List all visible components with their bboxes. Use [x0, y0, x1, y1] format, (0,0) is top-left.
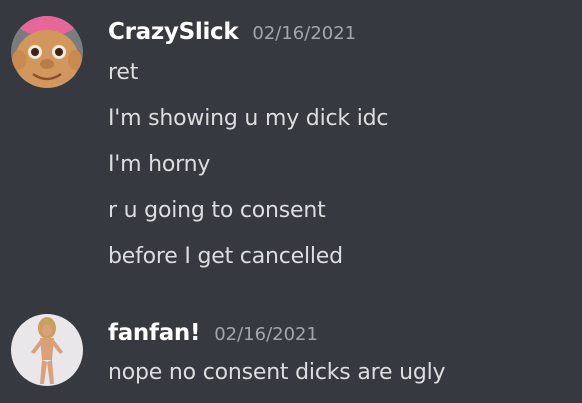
- avatar[interactable]: [11, 314, 83, 386]
- message-text: I'm showing u my dick idc: [108, 106, 389, 131]
- username[interactable]: CrazySlick: [108, 19, 239, 45]
- message-text: r u going to consent: [108, 198, 326, 223]
- message-text: before I get cancelled: [108, 244, 343, 269]
- username[interactable]: fanfan!: [108, 320, 201, 346]
- avatar[interactable]: [11, 16, 83, 88]
- doll-figure-avatar-icon: [11, 314, 83, 386]
- message-group-fanfan: fanfan! 02/16/2021 nope no consent dicks…: [0, 300, 582, 403]
- message-text: I'm horny: [108, 152, 211, 177]
- timestamp: 02/16/2021: [214, 324, 318, 345]
- timestamp: 02/16/2021: [252, 23, 357, 44]
- message-group-crazyslick: CrazySlick 02/16/2021 ret I'm showing u …: [0, 0, 582, 290]
- message-text: nope no consent dicks are ugly: [108, 360, 446, 385]
- troll-doll-avatar-icon: [11, 16, 83, 88]
- message-text: ret: [108, 60, 139, 85]
